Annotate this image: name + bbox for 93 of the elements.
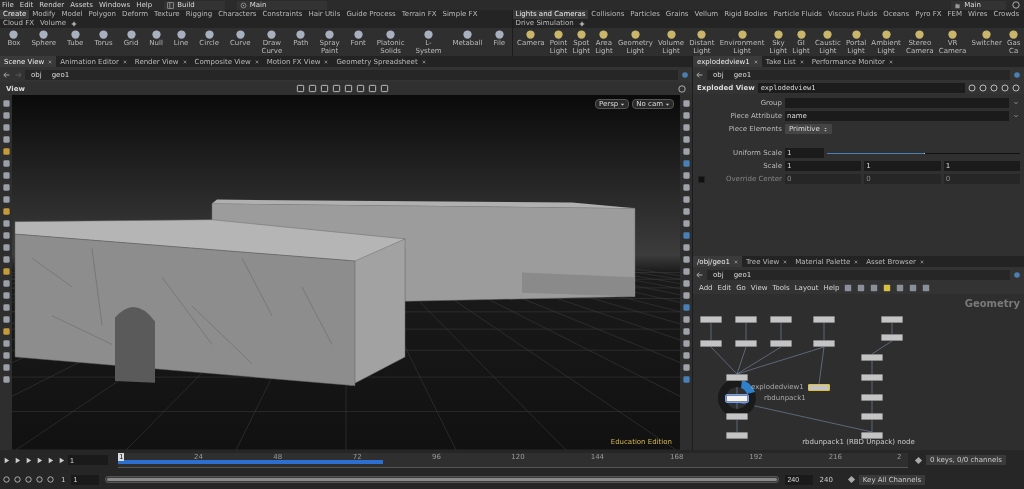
shelf-tool-icon — [8, 29, 20, 40]
shelf-tool-icon — [850, 29, 862, 40]
network-node[interactable] — [726, 395, 748, 402]
key-icon[interactable] — [846, 475, 856, 484]
network-node[interactable] — [808, 384, 830, 391]
node-wire — [710, 322, 712, 341]
shelf-tool-icon — [175, 29, 187, 40]
shelf-tool-icon — [880, 29, 892, 40]
shelf-tool-icon — [736, 29, 748, 40]
close-icon[interactable] — [783, 259, 788, 264]
shelf-tool-icon — [352, 29, 364, 40]
shelf-tool-icon — [385, 29, 397, 40]
back-arrow-icon[interactable] — [3, 70, 11, 79]
network-node[interactable] — [881, 334, 903, 341]
network-node[interactable] — [735, 316, 757, 323]
caret-icon — [665, 101, 670, 107]
network-node[interactable] — [770, 340, 792, 347]
shelf-tool-icon — [493, 29, 505, 40]
network-node[interactable] — [770, 316, 792, 323]
shelf-tool-icon — [822, 29, 834, 40]
close-icon[interactable] — [122, 59, 127, 64]
add-icon[interactable] — [578, 20, 585, 27]
close-icon[interactable] — [888, 59, 893, 64]
back-arrow-icon[interactable] — [696, 70, 704, 79]
shelf-tool-icon — [125, 29, 137, 40]
shelf-tool-icon — [795, 29, 807, 40]
network-node[interactable] — [726, 413, 748, 420]
shelf-tool-icon — [914, 29, 926, 40]
network-node[interactable] — [861, 354, 883, 361]
node-wire — [871, 380, 873, 395]
node-wire — [823, 322, 825, 341]
shelf-tool-icon — [461, 29, 473, 40]
network-node[interactable] — [881, 316, 903, 323]
close-icon[interactable] — [182, 59, 187, 64]
key-icon[interactable] — [914, 455, 923, 465]
layout-icon — [167, 1, 175, 9]
shelf-tool-icon — [665, 29, 677, 40]
target-icon — [239, 1, 247, 9]
close-icon[interactable] — [48, 59, 53, 64]
shelf-tool-icon — [423, 29, 434, 40]
close-icon[interactable] — [799, 59, 804, 64]
network-node[interactable] — [861, 394, 883, 401]
shelf-tool-icon — [598, 29, 610, 40]
shelf-tool-icon — [324, 29, 336, 40]
shelf-tool-icon — [525, 29, 537, 40]
pin-icon[interactable] — [1013, 270, 1021, 279]
node-wire — [871, 340, 893, 355]
help-icon[interactable] — [1012, 1, 1020, 9]
close-icon[interactable] — [753, 59, 758, 64]
node-wire — [891, 322, 893, 335]
close-icon[interactable] — [854, 259, 859, 264]
shelf-tool-icon — [69, 29, 81, 40]
caret-icon — [620, 101, 626, 107]
shelf-tool-icon — [553, 29, 565, 40]
shelf-tool-icon — [696, 29, 708, 40]
shelf-tool-icon — [234, 29, 246, 40]
network-node[interactable] — [813, 340, 835, 347]
shelf-tool-icon — [575, 29, 587, 40]
back-arrow-icon[interactable] — [696, 270, 704, 279]
network-node[interactable] — [700, 316, 722, 323]
pin-icon[interactable] — [1013, 70, 1021, 79]
close-icon[interactable] — [421, 59, 426, 64]
network-node[interactable] — [700, 340, 722, 347]
node-wire — [780, 322, 782, 341]
shelf-tool-icon — [772, 29, 784, 40]
pin-icon[interactable] — [681, 70, 689, 79]
context-label: Geometry — [964, 298, 1020, 309]
shelf-tool-icon — [981, 29, 993, 40]
shelf-tool-icon — [295, 29, 307, 40]
network-node[interactable] — [861, 413, 883, 420]
help-icon[interactable] — [678, 84, 686, 93]
close-icon[interactable] — [919, 259, 924, 264]
close-icon[interactable] — [733, 259, 738, 264]
network-node[interactable] — [726, 432, 748, 439]
network-node[interactable] — [861, 432, 883, 439]
shelf-tool-icon — [38, 29, 50, 40]
network-node[interactable] — [726, 374, 748, 381]
network-node[interactable] — [735, 340, 757, 347]
shelf-tool-icon — [947, 29, 958, 40]
shelf-tool-icon — [98, 29, 110, 40]
close-icon[interactable] — [324, 59, 329, 64]
up-down-arrows-icon — [822, 126, 828, 132]
shelf-tool-icon — [203, 29, 215, 40]
shelf-tool-icon — [1008, 29, 1020, 40]
shelf-tool-icon — [629, 29, 641, 40]
add-icon[interactable] — [71, 20, 78, 27]
shelf-tool-icon — [266, 29, 278, 40]
node-wire — [745, 322, 747, 341]
network-node[interactable] — [861, 374, 883, 381]
shelf-tool-icon — [150, 29, 162, 40]
close-icon[interactable] — [254, 59, 259, 64]
network-node[interactable] — [813, 316, 835, 323]
node-wire — [871, 360, 873, 375]
